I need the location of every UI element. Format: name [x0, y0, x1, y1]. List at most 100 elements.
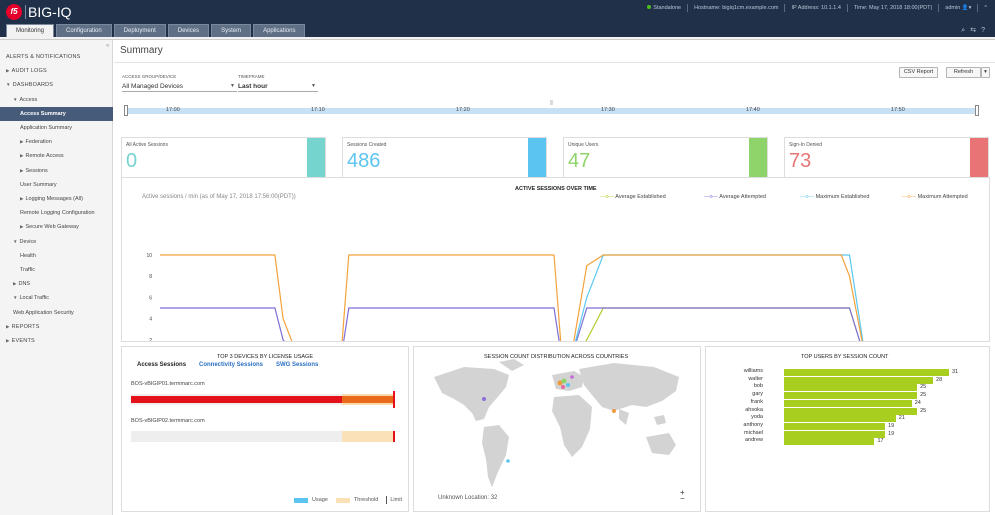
timeline-tick-label: 17:20 — [456, 107, 470, 113]
sidebar-item-label: DASHBOARDS — [12, 82, 54, 89]
world-map[interactable] — [414, 347, 700, 511]
sidebar-item-label: Secure Web Gateway — [25, 224, 79, 231]
bar-category-label: andrew — [744, 437, 763, 444]
search-icon[interactable]: ⌕ — [961, 24, 965, 37]
user-session-bar[interactable] — [784, 369, 949, 376]
top-users-panel: TOP USERS BY SESSION COUNT williams 31 wal… — [705, 346, 990, 512]
sidebar-item-remote-access[interactable]: ▶ Remote Access — [0, 149, 113, 163]
chevron-down-icon: ▼ — [230, 83, 235, 89]
user-session-bar[interactable] — [784, 438, 875, 446]
sidebar-item-alerts-notifications[interactable]: ALERTS & NOTIFICATIONS — [0, 50, 113, 64]
sidebar-item-label: ALERTS & NOTIFICATIONS — [6, 54, 81, 60]
sidebar-item-traffic[interactable]: Traffic — [0, 263, 113, 277]
timeline-tick-label: 17:50 — [891, 107, 905, 113]
limit-marker — [393, 391, 395, 408]
tab-system[interactable]: System — [211, 24, 252, 37]
user-menu[interactable]: admin 👤▾ — [945, 5, 971, 11]
sidebar-item-user-summary[interactable]: User Summary — [0, 178, 113, 192]
stat-card-unique-users[interactable]: Unique Users 47 — [563, 137, 768, 179]
status-divider — [687, 4, 689, 12]
sidebar-item-dns[interactable]: ▶ DNS — [0, 277, 113, 291]
limit-swatch — [386, 496, 388, 504]
sidebar-item-reports[interactable]: ▶ REPORTS — [0, 320, 113, 334]
sidebar-item-events[interactable]: ▶ EVENTS — [0, 334, 113, 348]
sidebar-item-audit-logs[interactable]: ▶ AUDIT LOGS — [0, 64, 113, 78]
user-icon: 👤▾ — [961, 5, 972, 11]
app-title: BIG-IQ — [28, 4, 72, 20]
caret-right-icon: ▶ — [20, 196, 24, 201]
sidebar-item-health[interactable]: Health — [0, 249, 113, 263]
sidebar-item-application-summary[interactable]: Application Summary — [0, 121, 113, 135]
caret-right-icon: ▶ — [13, 281, 17, 287]
user-session-bar[interactable] — [784, 430, 886, 438]
timeframe-select[interactable]: Last hour ▼ — [238, 81, 318, 92]
user-session-bar[interactable] — [784, 376, 934, 384]
title-divider — [25, 5, 26, 19]
stat-label: Unique Users — [568, 142, 599, 148]
sidebar-item-federation[interactable]: ▶ Federation — [0, 135, 113, 149]
bar-value-label: 25 — [920, 384, 927, 391]
zoom-out-button[interactable]: − — [680, 495, 685, 503]
page-title: Summary — [120, 45, 163, 56]
sidebar-item-dashboards[interactable]: ▼ DASHBOARDS — [0, 78, 113, 92]
top-users-title: TOP USERS BY SESSION COUNT — [801, 354, 889, 360]
user-session-bar[interactable] — [784, 422, 886, 430]
user-session-bar[interactable] — [784, 407, 918, 415]
bar-category-label: gary — [752, 391, 763, 398]
collapse-header-icon[interactable]: ^ — [984, 5, 987, 11]
y-tick-label: 4 — [149, 317, 152, 323]
sidebar-item-local-traffic[interactable]: ▼ Local Traffic — [0, 291, 113, 305]
stat-color-bar — [970, 138, 988, 178]
refresh-button[interactable]: Refresh — [946, 67, 981, 78]
sidebar-item-label: Logging Messages (All) — [25, 196, 83, 202]
caret-right-icon: ▶ — [20, 224, 24, 230]
tab-swg-sessions[interactable]: SWG Sessions — [276, 362, 318, 368]
tab-access-sessions[interactable]: Access Sessions — [137, 362, 186, 368]
bar-value-label: 24 — [914, 399, 921, 406]
user-session-bar[interactable] — [784, 399, 912, 407]
refresh-dropdown-button[interactable]: ▾ — [981, 67, 990, 78]
csv-report-button[interactable]: CSV Report — [899, 67, 938, 78]
tab-applications[interactable]: Applications — [253, 24, 306, 37]
tab-deployment[interactable]: Deployment — [113, 24, 166, 37]
timeline-track — [128, 108, 975, 114]
sidebar-item-remote-logging-configuration[interactable]: Remote Logging Configuration — [0, 206, 113, 220]
user-session-bar[interactable] — [784, 384, 918, 392]
stat-card-all-active-sessions[interactable]: All Active Sessions 0 — [121, 137, 326, 179]
timeline-slider[interactable]: ||| 17:00 17:10 17:20 17:30 17:40 17:50 — [124, 100, 979, 117]
user-session-bar[interactable] — [784, 415, 896, 423]
timeline-tick-label: 17:40 — [746, 107, 760, 113]
sidebar-item-sessions[interactable]: ▶ Sessions — [0, 164, 113, 178]
user-session-bar[interactable] — [784, 392, 918, 400]
tab-connectivity-sessions[interactable]: Connectivity Sessions — [199, 362, 263, 368]
sidebar-item-access[interactable]: ▼ Access — [0, 93, 113, 107]
stat-card-sessions-created[interactable]: Sessions Created 486 — [342, 137, 547, 179]
sidebar-item-label: Federation — [25, 139, 52, 146]
sidebar-item-label: DNS — [18, 281, 31, 288]
collapse-sidebar-icon[interactable]: « — [106, 43, 109, 49]
sidebar-item-web-application-security[interactable]: Web Application Security — [0, 306, 113, 320]
help-icon[interactable]: ? — [981, 24, 985, 37]
drag-grip-icon[interactable]: ||| — [550, 100, 553, 106]
sidebar-item-label: User Summary — [20, 181, 57, 188]
access-group-select[interactable]: All Managed Devices ▼ — [122, 81, 237, 92]
sidebar-item-logging-messages-all[interactable]: ▶ Logging Messages (All) — [0, 192, 113, 206]
standalone-status: Standalone — [647, 5, 681, 11]
tab-configuration[interactable]: Configuration — [56, 24, 112, 37]
sidebar-item-device[interactable]: ▼ Device — [0, 235, 113, 249]
tab-monitoring[interactable]: Monitoring — [6, 24, 55, 37]
share-icon[interactable]: ⇆ — [970, 24, 976, 37]
bar-category-label: walter — [748, 375, 763, 382]
stat-value: 73 — [789, 150, 812, 172]
bar-category-label: michael — [744, 429, 763, 436]
device-name: BOS-vBIGIP02.termmarc.com — [131, 418, 205, 424]
y-tick-label: 2 — [149, 338, 152, 341]
timeline-start-handle[interactable] — [124, 105, 128, 116]
y-tick-label: 10 — [146, 253, 152, 259]
stat-card-sign-in-denied[interactable]: Sign-In Denied 73 — [784, 137, 989, 179]
sidebar-item-access-summary[interactable]: Access Summary — [0, 106, 113, 121]
timeline-end-handle[interactable] — [975, 105, 979, 116]
chevron-down-icon: ▾ — [984, 69, 987, 75]
tab-devices[interactable]: Devices — [167, 24, 210, 37]
sidebar-item-secure-web-gateway[interactable]: ▶ Secure Web Gateway — [0, 220, 113, 234]
